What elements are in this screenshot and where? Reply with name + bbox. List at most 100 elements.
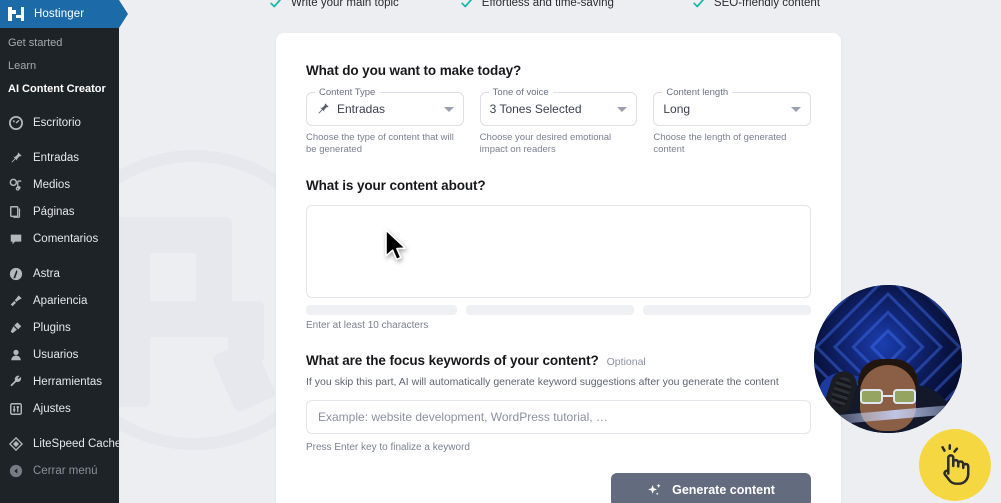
plugin-icon	[8, 320, 24, 336]
ai-content-creator-card: What do you want to make today? Content …	[276, 33, 841, 503]
dashboard-icon	[8, 115, 24, 131]
content-type-value: Entradas	[337, 102, 386, 116]
benefit-item: Effortless and time-saving	[460, 0, 614, 10]
generate-content-button[interactable]: Generate content	[611, 473, 811, 503]
sidebar-item-usuarios[interactable]: Usuarios	[0, 341, 119, 368]
content-type-select[interactable]: Content Type Entradas	[306, 87, 464, 126]
sidebar-item-litespeed-cache[interactable]: LiteSpeed Cache	[0, 430, 122, 457]
wrench-icon	[8, 374, 24, 390]
content-about-textarea[interactable]	[306, 205, 811, 298]
tone-of-voice-field: Tone of voice 3 Tones Selected Choose yo…	[479, 87, 638, 156]
form-title: What do you want to make today?	[306, 63, 522, 78]
benefit-item: Write your main topic	[269, 0, 399, 10]
keywords-hint: Press Enter key to finalize a keyword	[306, 442, 470, 453]
suggestion-skeletons	[306, 305, 812, 315]
content-about-title: What is your content about?	[306, 178, 486, 193]
sidebar-subnav: Get started Learn AI Content Creator	[0, 28, 119, 107]
benefits-bar: Write your main topic Effortless and tim…	[119, 0, 1001, 10]
keywords-heading: What are the focus keywords of your cont…	[306, 353, 811, 368]
sidebar-item-ai-content-creator[interactable]: AI Content Creator	[0, 78, 119, 101]
check-icon	[460, 0, 474, 10]
content-length-label: Content length	[662, 87, 733, 98]
chevron-down-icon	[791, 106, 802, 112]
sparkle-icon	[647, 482, 663, 498]
skeleton-bar	[642, 305, 812, 315]
benefit-label: Write your main topic	[291, 0, 399, 9]
settings-icon	[8, 401, 24, 417]
sidebar-item-plugins[interactable]: Plugins	[0, 314, 119, 341]
sidebar-label: Usuarios	[33, 348, 79, 361]
tone-of-voice-select[interactable]: Tone of voice 3 Tones Selected	[479, 87, 638, 126]
sidebar-item-paginas[interactable]: Páginas	[0, 198, 119, 225]
sidebar-brand[interactable]: Hostinger	[0, 0, 128, 28]
sidebar-item-astra[interactable]: Astra	[0, 260, 119, 287]
skeleton-bar	[306, 305, 457, 315]
sidebar-item-cerrar-menu[interactable]: Cerrar menú	[0, 457, 119, 484]
content-length-field: Content length Long Choose the length of…	[653, 87, 812, 156]
content-length-help: Choose the length of generated content	[653, 132, 787, 155]
sidebar-item-comentarios[interactable]: Comentarios	[0, 225, 119, 252]
sidebar-label: Plugins	[33, 321, 71, 334]
media-icon	[8, 177, 24, 193]
keywords-subtitle: If you skip this part, AI will automatic…	[306, 376, 779, 388]
click-hand-icon	[941, 444, 970, 485]
content-about-hint: Enter at least 10 characters	[306, 320, 429, 331]
chevron-down-icon	[443, 106, 454, 112]
screen: Hostinger Get started Learn AI Content C…	[0, 0, 1001, 503]
sidebar-divider	[0, 136, 119, 144]
sidebar-item-medios[interactable]: Medios	[0, 171, 119, 198]
tone-of-voice-label: Tone of voice	[488, 87, 553, 98]
litespeed-icon	[8, 436, 24, 452]
generate-content-label: Generate content	[672, 483, 775, 497]
sidebar-label: Escritorio	[33, 116, 81, 129]
keywords-placeholder: Example: website development, WordPress …	[318, 410, 608, 424]
pages-icon	[8, 204, 24, 220]
content-type-field: Content Type Entradas Choose the type of…	[306, 87, 464, 156]
sidebar-item-learn[interactable]: Learn	[0, 55, 119, 78]
check-icon	[269, 0, 283, 10]
webcam-person	[814, 337, 962, 433]
sidebar-item-get-started[interactable]: Get started	[0, 32, 119, 55]
sidebar-label: Astra	[33, 267, 60, 280]
sidebar-label: Apariencia	[33, 294, 88, 307]
sidebar-label: Cerrar menú	[33, 464, 98, 477]
sidebar-label: Medios	[33, 178, 71, 191]
pin-icon	[8, 150, 24, 166]
mouse-cursor	[384, 229, 410, 263]
webcam-bubble	[814, 285, 962, 433]
collapse-icon	[8, 463, 24, 479]
sidebar-item-entradas[interactable]: Entradas	[0, 144, 119, 171]
users-icon	[8, 347, 24, 363]
sidebar-label: LiteSpeed Cache	[33, 437, 122, 450]
sidebar-item-herramientas[interactable]: Herramientas	[0, 368, 119, 395]
brush-icon	[8, 293, 24, 309]
tone-of-voice-help: Choose your desired emotional impact on …	[479, 132, 612, 155]
content-type-help: Choose the type of content that will be …	[306, 132, 454, 155]
keywords-input[interactable]: Example: website development, WordPress …	[306, 400, 811, 434]
sidebar-label: Herramientas	[33, 375, 103, 388]
generate-row: Generate content	[306, 473, 811, 503]
pin-icon	[316, 102, 330, 116]
click-hand-badge	[919, 429, 991, 501]
sidebar-divider	[0, 422, 119, 430]
sidebar-label: Ajustes	[33, 402, 71, 415]
content-type-label: Content Type	[315, 87, 380, 98]
sidebar-label: Páginas	[33, 205, 75, 218]
tone-of-voice-value: 3 Tones Selected	[489, 102, 582, 116]
sidebar-item-escritorio[interactable]: Escritorio	[0, 109, 119, 136]
sidebar-label: Comentarios	[33, 232, 99, 245]
selects-row: Content Type Entradas Choose the type of…	[306, 87, 812, 156]
benefit-item: SEO-friendly content	[692, 0, 820, 10]
content-length-select[interactable]: Content length Long	[653, 87, 812, 126]
astra-icon	[8, 266, 24, 282]
hostinger-h-icon	[8, 6, 24, 22]
brand-label: Hostinger	[34, 8, 85, 20]
check-icon	[692, 0, 706, 10]
sidebar: Hostinger Get started Learn AI Content C…	[0, 0, 128, 503]
skeleton-bar	[465, 305, 634, 315]
sidebar-item-ajustes[interactable]: Ajustes	[0, 395, 119, 422]
content-length-value: Long	[663, 102, 691, 116]
keywords-optional-badge: Optional	[606, 356, 646, 368]
sidebar-menu: Escritorio Entradas Medios Páginas Comen…	[0, 107, 122, 484]
sidebar-item-apariencia[interactable]: Apariencia	[0, 287, 119, 314]
